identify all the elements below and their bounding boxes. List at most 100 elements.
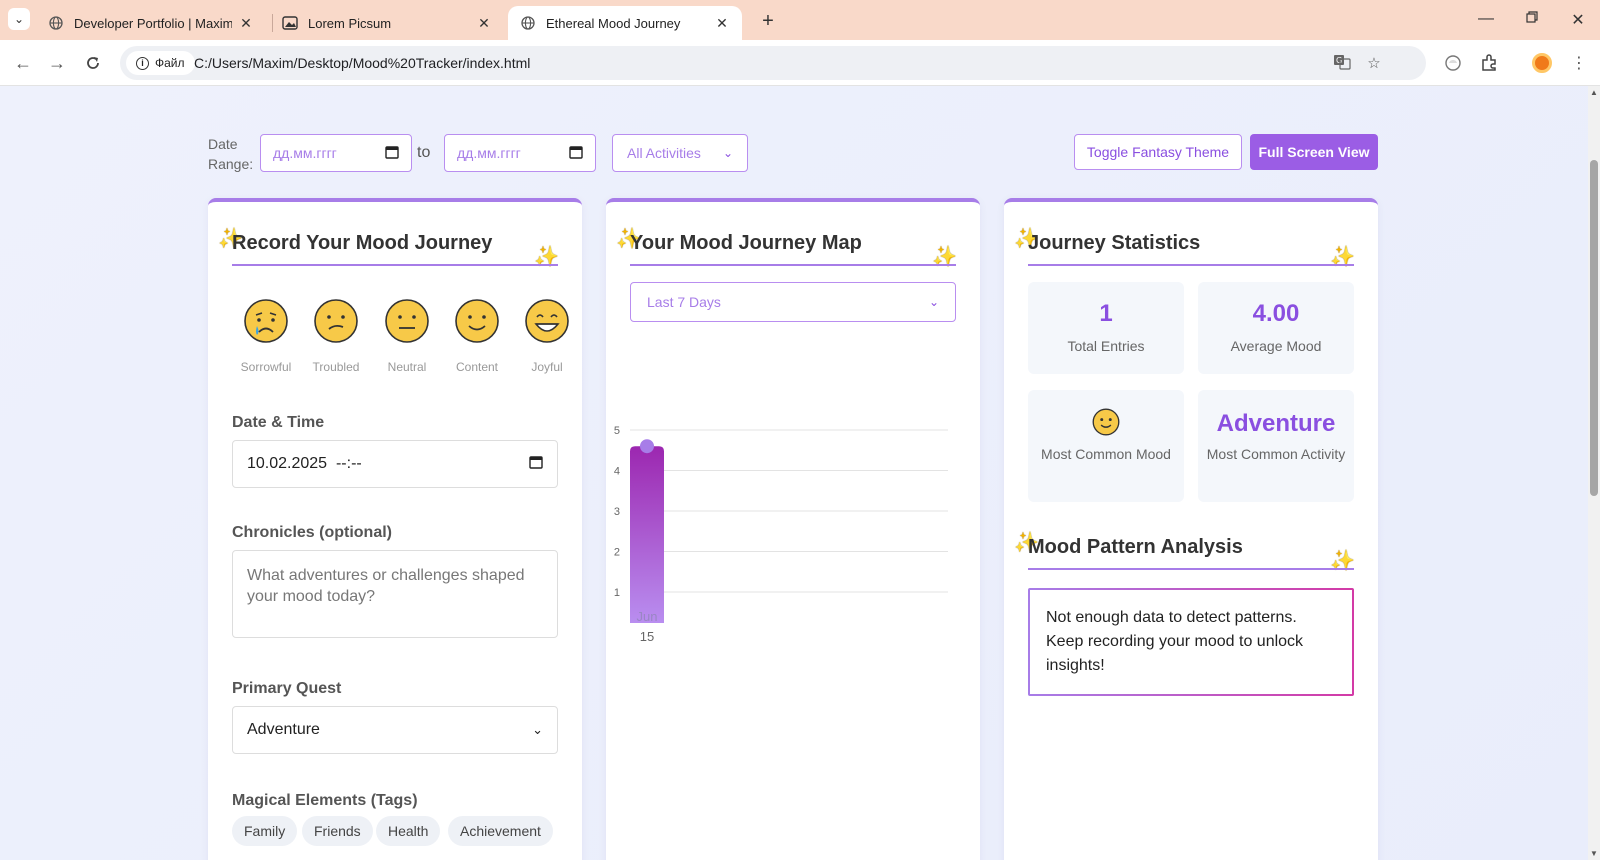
chart-point[interactable] [640,439,654,454]
datetime-input[interactable]: 10.02.2025 --:-- [232,440,558,488]
minimize-icon[interactable]: — [1476,10,1496,28]
y-tick-label: 3 [614,506,620,518]
datetime-label: Date & Time [232,414,325,431]
sorrowful-face-icon [243,298,289,344]
close-tab-icon[interactable]: ✕ [476,15,492,31]
stat-label: Total Entries [1067,338,1145,354]
new-tab-plus-icon[interactable]: + [758,10,778,33]
back-arrow-icon[interactable]: ← [12,52,34,74]
stat-most-common-mood: Most Common Mood [1028,390,1184,502]
close-tab-icon[interactable]: ✕ [238,15,254,31]
toggle-fantasy-theme-button[interactable]: Toggle Fantasy Theme [1074,134,1242,170]
profile-avatar[interactable] [1532,53,1552,73]
calendar-icon[interactable] [385,145,399,162]
mood-option-sorrowful[interactable]: Sorrowful [238,298,294,374]
tab-developer-portfolio[interactable]: Developer Portfolio | Maxim Mi ✕ [36,6,266,40]
period-select[interactable]: Last 7 Days ⌄ [630,282,956,322]
mood-option-troubled[interactable]: Troubled [308,298,364,374]
calendar-icon[interactable] [569,145,583,162]
chronicles-placeholder: What adventures or challenges shaped you… [247,567,525,605]
title-underline [630,264,956,266]
chart-bar[interactable] [630,446,664,623]
stat-label: Average Mood [1230,338,1322,354]
info-icon: i [136,56,149,70]
joyful-face-icon [524,298,570,344]
stat-value: 4.00 [1252,300,1300,327]
stat-label: Most Common Activity [1206,446,1346,462]
image-icon [282,15,298,31]
browser-tab-bar: ⌄ Developer Portfolio | Maxim Mi ✕ Lorem… [0,0,1600,40]
menu-kebab-icon[interactable]: ⋮ [1568,52,1590,74]
date-to-placeholder: дд.мм.гггг [457,145,521,161]
site-info-chip[interactable]: i Файл [126,51,195,75]
scroll-down-icon[interactable]: ▼ [1590,849,1598,858]
mood-label: Content [455,360,499,374]
tag-chip[interactable]: Health [376,816,441,846]
tab-title: Developer Portfolio | Maxim Mi [74,15,232,31]
full-screen-view-button[interactable]: Full Screen View [1250,134,1378,170]
browser-toolbar: ← → i Файл C:/Users/Maxim/Desktop/Mood%2… [0,40,1600,86]
tab-ethereal-mood-journey[interactable]: Ethereal Mood Journey ✕ [508,6,742,40]
mood-option-neutral[interactable]: Neutral [379,298,435,374]
chevron-down-icon: ⌄ [928,295,939,309]
forward-arrow-icon[interactable]: → [46,52,68,74]
mood-chart: 1 2 3 4 5 Jun 15 [614,425,948,644]
stat-label: Most Common Mood [1041,446,1171,462]
extension-puzzle-icon[interactable] [1442,52,1464,74]
primary-quest-label: Primary Quest [232,680,342,697]
card-title: Journey Statistics [1028,232,1201,254]
tab-search-dropdown-icon[interactable]: ⌄ [8,8,30,30]
calendar-icon[interactable] [529,455,543,474]
site-chip-label: Файл [155,56,185,70]
troubled-face-icon [313,298,359,344]
tab-lorem-picsum[interactable]: Lorem Picsum ✕ [270,6,504,40]
mood-label: Neutral [387,360,427,374]
primary-quest-select[interactable]: Adventure ⌄ [232,706,558,754]
journey-statistics-card: ✨ Journey Statistics ✨ 1 Total Entries 4… [1004,198,1378,860]
bookmark-star-icon[interactable]: ☆ [1364,54,1384,72]
title-underline [1028,568,1354,570]
mood-option-content[interactable]: Content [449,298,505,374]
restore-icon[interactable] [1522,10,1542,28]
page-scrollbar[interactable]: ▲ ▼ [1588,86,1600,860]
datetime-value: 10.02.2025 --:-- [247,455,362,472]
to-label: to [417,144,431,161]
tab-title: Ethereal Mood Journey [546,15,681,31]
title-underline [1028,264,1354,266]
x-tick-label: Jun [637,609,658,624]
svg-text:G: G [1336,56,1342,65]
mood-label: Troubled [312,360,360,374]
chevron-down-icon: ⌄ [532,722,543,737]
date-from-input[interactable]: дд.мм.гггг [260,134,412,172]
address-bar[interactable]: i Файл C:/Users/Maxim/Desktop/Mood%20Tra… [120,46,1426,80]
tag-chip[interactable]: Friends [302,816,373,846]
mood-label: Sorrowful [240,360,292,374]
mood-option-joyful[interactable]: Joyful [519,298,575,374]
chronicles-textarea[interactable]: What adventures or challenges shaped you… [232,550,558,638]
y-tick-label: 4 [614,466,620,478]
title-underline [232,264,558,266]
mood-label: Joyful [531,360,563,374]
tag-chip[interactable]: Family [232,816,298,846]
pattern-analysis-title: Mood Pattern Analysis [1028,536,1243,558]
stat-value: Adventure [1216,410,1336,437]
activity-filter-select[interactable]: All Activities ⌄ [612,134,748,172]
date-to-input[interactable]: дд.мм.гггг [444,134,596,172]
y-tick-label: 1 [614,587,620,599]
primary-quest-value: Adventure [247,721,320,738]
stat-total-entries: 1 Total Entries [1028,282,1184,374]
activity-filter-value: All Activities [627,145,701,161]
card-title: Record Your Mood Journey [232,232,493,254]
neutral-face-icon [384,298,430,344]
content-face-icon [1028,408,1184,440]
y-tick-label: 2 [614,547,620,559]
close-tab-icon[interactable]: ✕ [714,15,730,31]
reload-icon[interactable] [82,52,104,74]
close-window-icon[interactable]: ✕ [1568,10,1588,30]
translate-icon[interactable]: G [1332,54,1352,72]
y-tick-label: 5 [614,425,620,437]
tag-chip[interactable]: Achievement [448,816,553,846]
extensions-icon[interactable] [1478,52,1500,74]
scroll-up-icon[interactable]: ▲ [1590,88,1598,97]
scrollbar-thumb[interactable] [1590,160,1598,496]
